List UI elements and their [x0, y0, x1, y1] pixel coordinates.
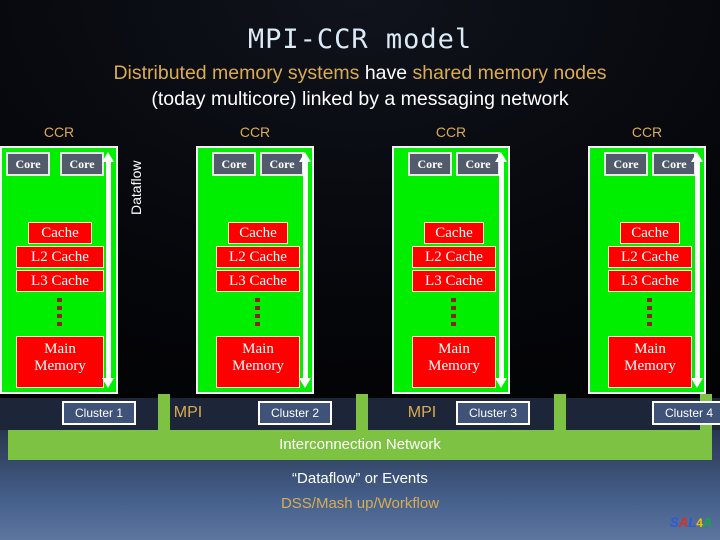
salsa-logo-letter-a: A — [678, 514, 689, 530]
core-box: Core — [212, 152, 256, 176]
cache-box-l3: L3 Cache — [16, 270, 104, 292]
main-memory-line-2: Memory — [232, 358, 284, 374]
cache-box-l1: Cache — [620, 222, 680, 244]
arrow-shaft — [499, 161, 504, 379]
cluster-label-2: Cluster 2 — [258, 401, 332, 425]
cache-box-l1: Cache — [28, 222, 92, 244]
main-memory-line-2: Memory — [624, 358, 676, 374]
mpi-label-1: MPI — [173, 404, 203, 421]
cache-box-l3: L3 Cache — [608, 270, 692, 292]
cluster-node-4: Core Core Cache L2 Cache L3 Cache Main M… — [588, 146, 706, 394]
bus-dots — [451, 298, 456, 328]
cache-box-l3: L3 Cache — [216, 270, 300, 292]
main-memory-box: Main Memory — [412, 336, 496, 388]
dataflow-arrow — [299, 152, 312, 388]
dataflow-axis-label: Dataflow — [128, 160, 144, 215]
dataflow-arrow — [691, 152, 704, 388]
main-memory-box: Main Memory — [16, 336, 104, 388]
core-box: Core — [260, 152, 304, 176]
cache-box-l2: L2 Cache — [412, 246, 496, 268]
subtitle-segment-have: have — [364, 62, 408, 84]
mpi-label-2: MPI — [407, 404, 437, 421]
cache-box-l1: Cache — [424, 222, 484, 244]
dataflow-arrow — [102, 152, 115, 388]
main-memory-box: Main Memory — [216, 336, 300, 388]
cluster-link-2 — [356, 394, 368, 434]
dataflow-arrow — [495, 152, 508, 388]
ccr-label-cluster-3: CCR — [435, 124, 467, 140]
cluster-node-2: Core Core Cache L2 Cache L3 Cache Main M… — [196, 146, 314, 394]
core-box: Core — [652, 152, 696, 176]
main-memory-line-1: Main — [44, 341, 76, 357]
cluster-node-3: Core Core Cache L2 Cache L3 Cache Main M… — [392, 146, 510, 394]
subtitle-segment-shared: shared memory nodes — [407, 62, 607, 84]
cluster-label-4: Cluster 4 — [652, 401, 720, 425]
ccr-label-cluster-4: CCR — [631, 124, 663, 140]
core-box: Core — [60, 152, 104, 176]
bus-dots — [647, 298, 652, 328]
cache-box-l1: Cache — [228, 222, 288, 244]
main-memory-box: Main Memory — [608, 336, 692, 388]
salsa-logo-letter-l: L — [688, 514, 697, 530]
cache-box-l2: L2 Cache — [216, 246, 300, 268]
core-box: Core — [408, 152, 452, 176]
subtitle-line-1: Distributed memory systems have shared m… — [0, 62, 720, 85]
cache-box-l3: L3 Cache — [412, 270, 496, 292]
cluster-node-1: Core Core Cache L2 Cache L3 Cache Main M… — [0, 146, 118, 394]
salsa-logo-letter-s: S — [669, 514, 679, 530]
main-memory-line-2: Memory — [428, 358, 480, 374]
core-box: Core — [604, 152, 648, 176]
arrow-head-down-icon — [299, 378, 311, 388]
subtitle-line-2: (today multicore) linked by a messaging … — [151, 88, 569, 110]
salsa-logo-letter-a2: A — [702, 514, 712, 530]
arrow-head-down-icon — [102, 378, 114, 388]
cluster-label-1: Cluster 1 — [62, 401, 136, 425]
ccr-label-cluster-2: CCR — [239, 124, 271, 140]
ccr-label-cluster-1: CCR — [43, 124, 75, 140]
cache-box-l2: L2 Cache — [608, 246, 692, 268]
cluster-label-3: Cluster 3 — [456, 401, 530, 425]
page-title: MPI-CCR model — [247, 24, 473, 55]
arrow-shaft — [695, 161, 700, 379]
main-memory-line-1: Main — [634, 341, 666, 357]
salsa-logo: SAL4A — [669, 514, 713, 530]
main-memory-line-1: Main — [438, 341, 470, 357]
core-box: Core — [6, 152, 50, 176]
footer-caption-dss: DSS/Mash up/Workflow — [280, 495, 440, 512]
main-memory-line-1: Main — [242, 341, 274, 357]
footer-caption-dataflow: “Dataflow” or Events — [292, 470, 428, 487]
slide-canvas: MPI-CCR model Distributed memory systems… — [0, 0, 720, 540]
main-memory-line-2: Memory — [34, 358, 86, 374]
cache-box-l2: L2 Cache — [16, 246, 104, 268]
interconnection-network-bar: Interconnection Network — [8, 430, 712, 460]
arrow-shaft — [303, 161, 308, 379]
arrow-head-down-icon — [495, 378, 507, 388]
bus-dots — [57, 298, 62, 328]
cluster-link-3 — [554, 394, 566, 434]
bus-dots — [255, 298, 260, 328]
core-box: Core — [456, 152, 500, 176]
arrow-shaft — [106, 161, 111, 379]
arrow-head-down-icon — [691, 378, 703, 388]
subtitle-segment-distributed: Distributed memory systems — [113, 62, 365, 84]
